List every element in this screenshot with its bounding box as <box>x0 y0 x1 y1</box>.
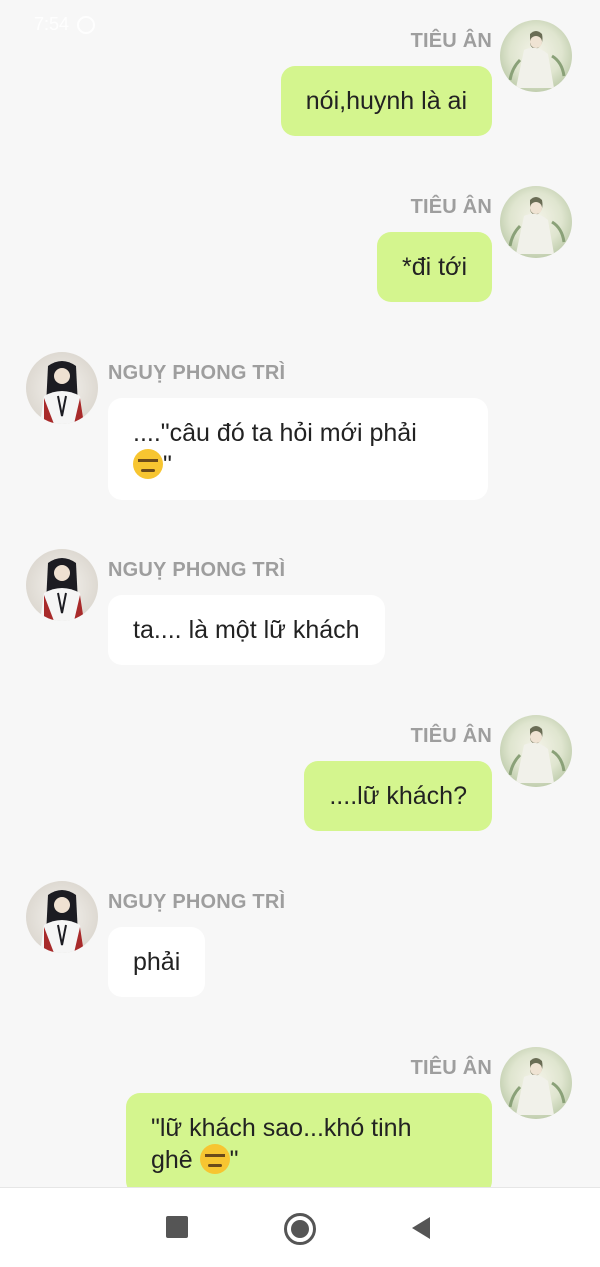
message-text-line2: ghê <box>151 1146 200 1174</box>
recents-square-icon[interactable] <box>163 1213 193 1243</box>
avatar-tieu-an[interactable] <box>500 715 572 787</box>
message-text: "lữ khách sao...khó tinh <box>151 1114 412 1142</box>
home-circle-icon[interactable] <box>284 1213 316 1245</box>
sender-name: TIÊU ÂN <box>410 30 492 52</box>
avatar-nguy-phong-tri[interactable] <box>26 352 98 424</box>
message-text: ...."câu đó ta hỏi mới phải <box>133 419 417 447</box>
sender-name: NGUỴ PHONG TRÌ <box>108 559 286 581</box>
avatar-nguy-phong-tri[interactable] <box>26 549 98 621</box>
sender-name: NGUỴ PHONG TRÌ <box>108 891 286 913</box>
sender-name: TIÊU ÂN <box>410 1057 492 1079</box>
message-bubble[interactable]: phải <box>108 927 206 997</box>
sender-name: TIÊU ÂN <box>410 196 492 218</box>
back-triangle-icon[interactable] <box>408 1213 438 1243</box>
navigation-bar <box>0 1187 600 1267</box>
avatar-tieu-an[interactable] <box>500 186 572 258</box>
message-text-tail: " <box>163 451 172 479</box>
chat-area[interactable]: TIÊU ÂN nói,huynh là ai TIÊU ÂN *đi tới … <box>0 0 600 1187</box>
sender-name: NGUỴ PHONG TRÌ <box>108 362 286 384</box>
message-bubble[interactable]: ....lữ khách? <box>304 761 492 831</box>
message-bubble[interactable]: "lữ khách sao...khó tinh ghê " <box>126 1093 492 1187</box>
sender-name: TIÊU ÂN <box>410 725 492 747</box>
message-bubble[interactable]: ...."câu đó ta hỏi mới phải " <box>108 398 488 500</box>
expressionless-face-icon <box>133 449 163 479</box>
message-bubble[interactable]: *đi tới <box>376 232 492 302</box>
avatar-tieu-an[interactable] <box>500 1047 572 1119</box>
message-bubble[interactable]: nói,huynh là ai <box>280 66 492 136</box>
avatar-tieu-an[interactable] <box>500 20 572 92</box>
message-text-tail: " <box>229 1146 239 1174</box>
avatar-nguy-phong-tri[interactable] <box>26 881 98 953</box>
message-bubble[interactable]: ta.... là một lữ khách <box>108 595 385 665</box>
expressionless-face-icon <box>199 1144 230 1174</box>
